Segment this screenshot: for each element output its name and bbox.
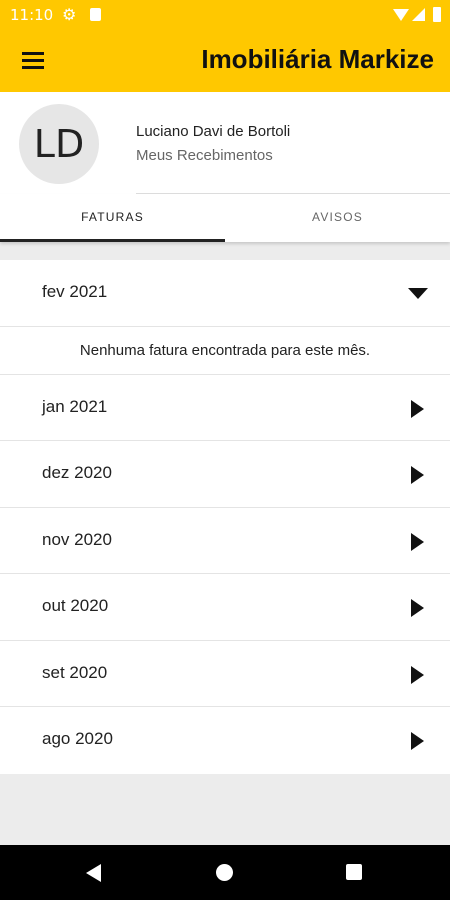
battery-icon	[433, 7, 441, 22]
expand-arrow-icon	[411, 599, 424, 617]
sd-card-icon	[90, 8, 101, 21]
month-label: nov 2020	[42, 529, 112, 549]
month-row[interactable]: jan 2021	[0, 375, 450, 441]
expand-arrow-icon	[411, 732, 424, 750]
home-icon[interactable]	[216, 864, 233, 881]
gear-icon: ⚙	[62, 7, 77, 24]
expand-arrow-icon	[411, 399, 424, 418]
month-label: dez 2020	[42, 463, 112, 482]
profile-subtitle: Meus Recebimentos	[136, 147, 273, 164]
avatar: LD	[19, 104, 99, 184]
system-nav-bar	[0, 845, 450, 900]
back-icon[interactable]	[86, 864, 101, 882]
expand-arrow-icon	[411, 532, 424, 551]
app-bar: Imobiliária Markize	[0, 30, 450, 92]
recents-icon[interactable]	[346, 864, 362, 880]
month-label: out 2020	[42, 596, 109, 615]
month-label: fev 2021	[42, 282, 108, 301]
wifi-icon	[393, 9, 409, 21]
month-row[interactable]: ago 2020	[0, 707, 450, 774]
status-time: 11:10	[10, 6, 54, 24]
signal-icon	[412, 8, 425, 21]
collapse-arrow-icon	[408, 288, 428, 299]
month-list: fev 2021 Nenhuma fatura encontrada para …	[0, 260, 450, 774]
month-label: set 2020	[42, 662, 108, 682]
expand-arrow-icon	[411, 665, 424, 684]
user-name: Luciano Davi de Bortoli	[136, 123, 291, 140]
month-row[interactable]: out 2020	[0, 574, 450, 641]
status-bar: 11:10 ⚙	[0, 0, 450, 30]
month-label: ago 2020	[42, 729, 113, 748]
empty-message: Nenhuma fatura encontrada para este mês.	[0, 327, 450, 375]
app-title: Imobiliária Markize	[201, 44, 434, 74]
tab-avisos[interactable]: AVISOS	[225, 194, 450, 242]
tab-faturas[interactable]: FATURAS	[0, 194, 225, 242]
tab-bar: FATURAS AVISOS	[0, 194, 450, 242]
month-label: jan 2021	[42, 396, 108, 416]
month-row-expanded[interactable]: fev 2021	[0, 260, 450, 327]
month-row[interactable]: dez 2020	[0, 441, 450, 508]
hamburger-menu-icon[interactable]	[22, 52, 44, 70]
expand-arrow-icon	[411, 466, 424, 484]
month-row[interactable]: set 2020	[0, 641, 450, 707]
profile-header: LD Luciano Davi de Bortoli Meus Recebime…	[0, 92, 450, 194]
month-row[interactable]: nov 2020	[0, 508, 450, 574]
